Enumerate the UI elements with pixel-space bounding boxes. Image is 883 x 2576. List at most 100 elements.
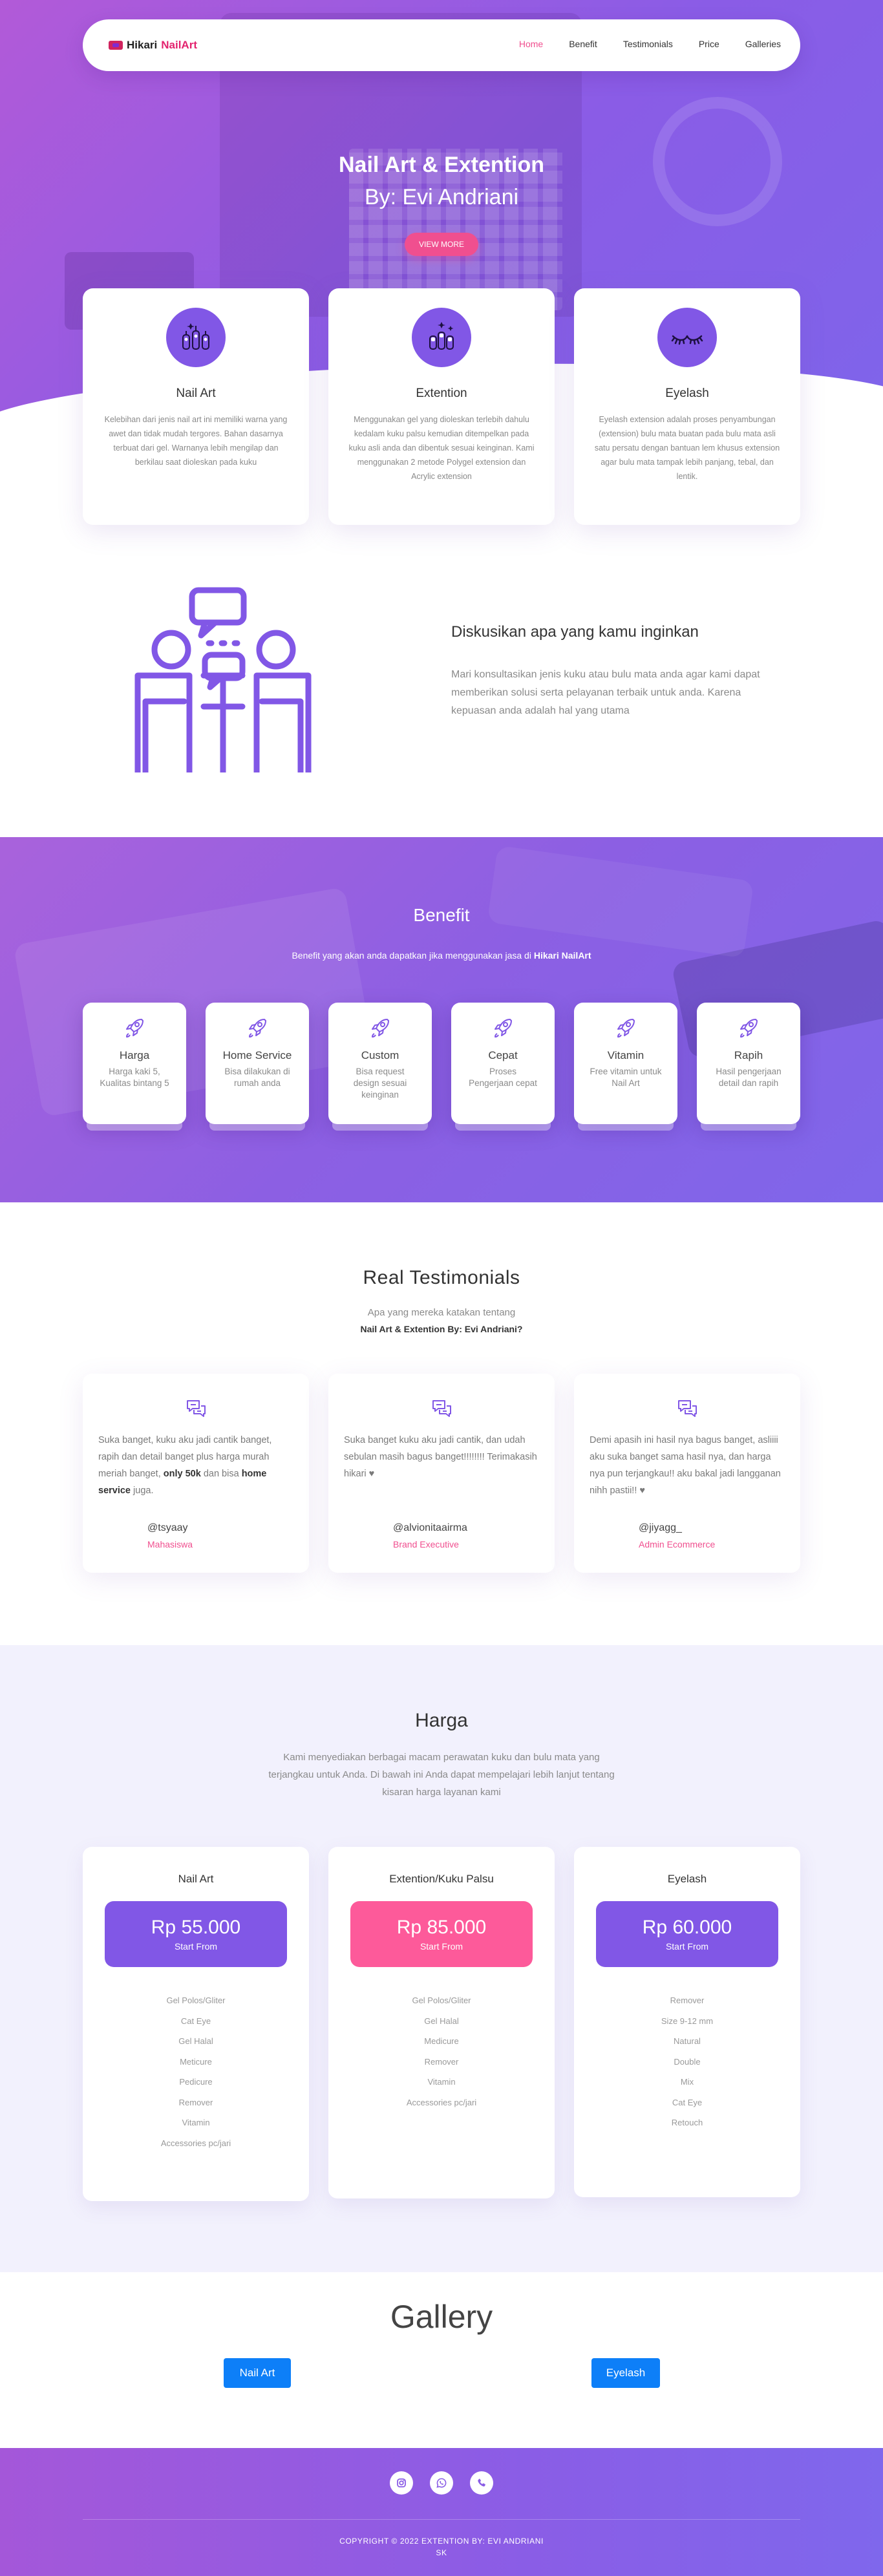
- plan-feature: Vitamin: [427, 2077, 456, 2087]
- phone-icon[interactable]: [470, 2471, 493, 2495]
- service-card-extention: Extention Menggunakan gel yang dioleskan…: [328, 288, 555, 525]
- rocket-icon: [613, 1016, 638, 1040]
- plan-start-from: Start From: [174, 1941, 218, 1952]
- testimonial-name: @jiyagg_: [639, 1522, 682, 1533]
- benefit-card-desc: Hasil pengerjaan detail dan rapih: [716, 1067, 782, 1088]
- discuss-text: Mari konsultasikan jenis kuku atau bulu …: [451, 669, 760, 716]
- testimonial-card: Suka banget kuku aku jadi cantik, dan ud…: [328, 1374, 555, 1573]
- rocket-icon: [491, 1016, 515, 1040]
- plan-feature: Medicure: [424, 2036, 459, 2046]
- pricing-title: Harga: [415, 1710, 468, 1731]
- rocket-icon: [736, 1016, 761, 1040]
- service-card-eyelash: Eyelash Eyelash extension adalah proses …: [574, 288, 800, 525]
- benefit-card-title: Vitamin: [607, 1049, 644, 1061]
- service-desc: Kelebihan dari jenis nail art ini memili…: [104, 415, 288, 467]
- benefit-card-desc: Free vitamin untuk Nail Art: [590, 1067, 662, 1088]
- plan-features: Gel Polos/Gliter Cat Eye Gel Halal Metic…: [83, 1990, 309, 2153]
- testimonials-subtitle-bold: Nail Art & Extention By: Evi Andriani?: [360, 1324, 523, 1334]
- service-title: Nail Art: [176, 387, 216, 400]
- pricing-card-extention: Extention/Kuku Palsu Rp 85.000 Start Fro…: [328, 1847, 555, 2198]
- testimonial-role: Mahasiswa: [147, 1539, 193, 1549]
- testimonial-card: Suka banget, kuku aku jadi cantik banget…: [83, 1374, 309, 1573]
- nail-art-icon: [166, 308, 226, 367]
- price-box[interactable]: Rp 85.000 Start From: [350, 1901, 533, 1967]
- plan-feature: Retouch: [671, 2118, 703, 2127]
- plan-feature: Meticure: [180, 2056, 212, 2067]
- plan-feature: Gel Polos/Gliter: [166, 1996, 226, 2005]
- gallery-eyelash-button[interactable]: Eyelash: [591, 2358, 660, 2388]
- pricing-card-nail-art: Nail Art Rp 55.000 Start From Gel Polos/…: [83, 1847, 309, 2201]
- service-title: Eyelash: [665, 387, 709, 400]
- footer: COPYRIGHT © 2022 EXTENTION BY: EVI ANDRI…: [0, 2448, 883, 2576]
- plan-features: Remover Size 9-12 mm Natural Double Mix …: [574, 1990, 800, 2133]
- benefit-title: Benefit: [413, 905, 470, 925]
- benefit-card-desc: Proses Pengerjaan cepat: [469, 1067, 537, 1088]
- hero-subtitle: By: Evi Andriani: [364, 185, 519, 209]
- logo-text-nailart: NailArt: [161, 39, 197, 51]
- price-box[interactable]: Rp 60.000 Start From: [596, 1901, 778, 1967]
- gallery-nail-art-button[interactable]: Nail Art: [224, 2358, 291, 2388]
- price-box[interactable]: Rp 55.000 Start From: [105, 1901, 287, 1967]
- plan-feature: Mix: [680, 2077, 694, 2087]
- logo[interactable]: Hikari NailArt: [109, 39, 197, 52]
- plan-feature: Accessories pc/jari: [406, 2097, 477, 2107]
- pricing-card-eyelash: Eyelash Rp 60.000 Start From Remover Siz…: [574, 1847, 800, 2197]
- whatsapp-icon[interactable]: [430, 2471, 453, 2495]
- benefit-card-custom: Custom Bisa request design sesuai keingi…: [328, 1003, 432, 1124]
- nav-price[interactable]: Price: [699, 39, 719, 49]
- plan-start-from: Start From: [420, 1941, 463, 1952]
- plan-price: Rp 85.000: [396, 1917, 487, 1938]
- benefit-section: Benefit Benefit yang akan anda dapatkan …: [0, 837, 883, 1202]
- plan-name: Nail Art: [178, 1873, 214, 1885]
- benefit-card-home-service: Home Service Bisa dilakukan di rumah and…: [206, 1003, 309, 1124]
- plan-feature: Accessories pc/jari: [160, 2138, 231, 2148]
- plan-feature: Pedicure: [179, 2077, 213, 2087]
- rocket-icon: [245, 1016, 270, 1040]
- plan-start-from: Start From: [665, 1941, 709, 1952]
- plan-feature: Vitamin: [182, 2118, 210, 2127]
- service-card-nail-art: Nail Art Kelebihan dari jenis nail art i…: [83, 288, 309, 525]
- pricing-subtitle: Kami menyediakan berbagai macam perawata…: [268, 1752, 615, 1798]
- testimonial-text: Demi apasih ini hasil nya bagus banget, …: [590, 1435, 781, 1496]
- benefit-card-cepat: Cepat Proses Pengerjaan cepat: [451, 1003, 555, 1124]
- service-title: Extention: [416, 387, 467, 400]
- pricing-section: Harga Kami menyediakan berbagai macam pe…: [0, 1645, 883, 2272]
- plan-feature: Remover: [178, 2097, 213, 2107]
- plan-price: Rp 55.000: [151, 1917, 241, 1938]
- nav-benefit[interactable]: Benefit: [569, 39, 597, 49]
- benefit-card-title: Cepat: [488, 1049, 518, 1061]
- testimonial-card: Demi apasih ini hasil nya bagus banget, …: [574, 1374, 800, 1573]
- eyelash-icon: [657, 308, 717, 367]
- logo-icon: [109, 41, 123, 50]
- plan-feature: Double: [674, 2056, 701, 2067]
- testimonial-role: Brand Executive: [393, 1539, 459, 1549]
- instagram-icon[interactable]: [390, 2471, 413, 2495]
- nav-menu: Home Benefit Testimonials Price Gallerie…: [519, 39, 781, 49]
- testimonial-text-part: juga.: [133, 1485, 154, 1496]
- gallery-title: Gallery: [390, 2299, 493, 2335]
- benefit-card-harga: Harga Harga kaki 5, Kualitas bintang 5: [83, 1003, 186, 1124]
- nav-home[interactable]: Home: [519, 39, 543, 49]
- plan-feature: Size 9-12 mm: [661, 2016, 714, 2026]
- navbar: Hikari NailArt Home Benefit Testimonials…: [83, 19, 800, 71]
- footer-divider: [83, 2519, 800, 2520]
- plan-name: Extention/Kuku Palsu: [389, 1873, 494, 1885]
- extension-icon: [412, 308, 471, 367]
- nav-testimonials[interactable]: Testimonials: [623, 39, 673, 49]
- testimonial-text-bold: only 50k: [163, 1469, 201, 1479]
- rocket-icon: [122, 1016, 147, 1040]
- discussion-illustration: [126, 585, 320, 782]
- benefit-card-vitamin: Vitamin Free vitamin untuk Nail Art: [574, 1003, 677, 1124]
- benefit-subtitle-text: Benefit yang akan anda dapatkan jika men…: [292, 950, 531, 961]
- plan-feature: Cat Eye: [672, 2097, 703, 2107]
- view-more-button[interactable]: VIEW MORE: [405, 233, 478, 256]
- testimonials-title: Real Testimonials: [363, 1267, 520, 1288]
- testimonial-text-part: dan bisa: [203, 1469, 239, 1479]
- nav-galleries[interactable]: Galleries: [745, 39, 781, 49]
- benefit-subtitle: Benefit yang akan anda dapatkan jika men…: [0, 950, 883, 961]
- benefit-card-title: Home Service: [222, 1049, 292, 1061]
- benefit-card-desc: Bisa dilakukan di rumah anda: [224, 1067, 290, 1088]
- testimonial-name: @tsyaay: [147, 1522, 188, 1533]
- benefit-card-desc: Harga kaki 5, Kualitas bintang 5: [100, 1067, 169, 1088]
- plan-feature: Gel Halal: [424, 2016, 459, 2026]
